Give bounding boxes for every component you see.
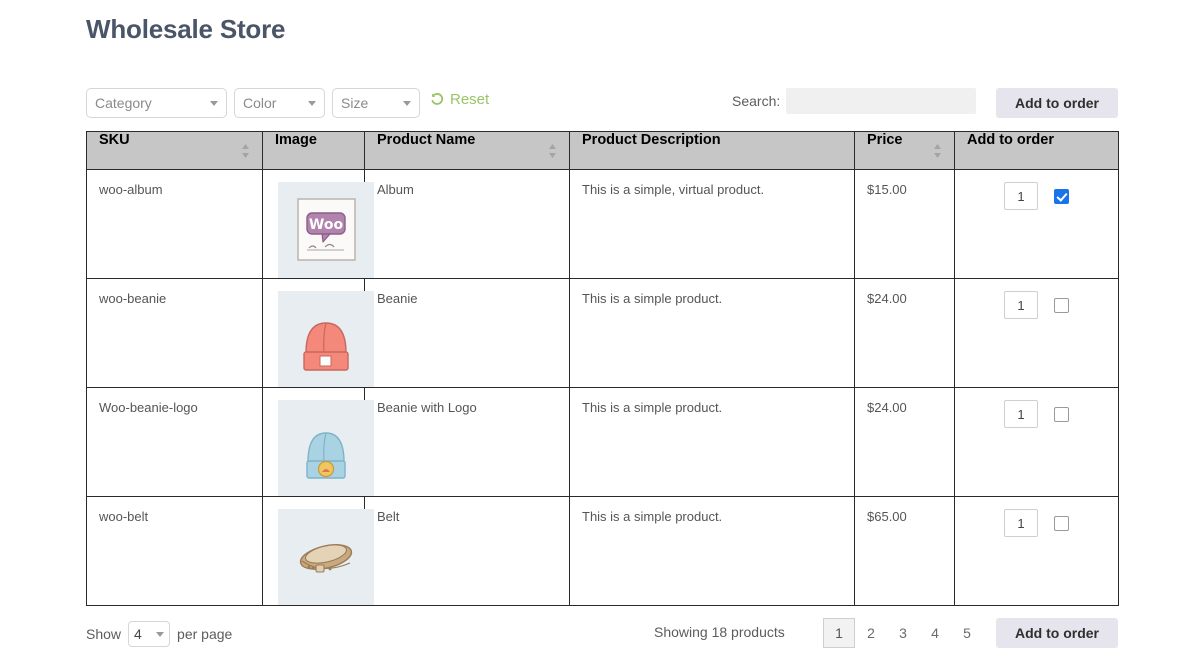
belt-thumbnail-icon [278,509,374,605]
per-page-select[interactable]: 4 [128,621,171,647]
filter-select-category[interactable]: Category [86,88,227,118]
search-area: Search: [732,88,977,114]
pagination-page-3[interactable]: 3 [887,618,919,648]
table-row: woo-belt Belt This is a simple product. … [86,496,1119,606]
per-page-value: 4 [134,626,142,642]
per-page-area: Show 4 per page [86,621,232,647]
quantity-input[interactable] [1004,509,1038,537]
column-header-product-description: Product Description [569,131,855,170]
cell-price: $24.00 [854,387,955,497]
column-header-product-name-label: Product Name [377,132,476,148]
cell-sku[interactable]: woo-beanie [86,278,263,388]
quantity-input[interactable] [1004,291,1038,319]
pagination-page-4[interactable]: 4 [919,618,951,648]
table-row: woo-album Woo Album This is a simple, vi… [86,169,1119,279]
column-header-product-name[interactable]: Product Name [364,131,570,170]
pagination-page-1[interactable]: 1 [823,618,855,648]
filter-select-color-label: Color [243,95,277,111]
column-header-image-label: Image [275,132,317,148]
chevron-down-icon [210,100,218,106]
column-header-add-to-order: Add to order [954,131,1119,170]
filter-select-color[interactable]: Color [234,88,325,118]
wholesale-store-page: Wholesale Store Category Color Size Rese… [0,0,1200,665]
column-header-price[interactable]: Price [854,131,955,170]
column-header-sku[interactable]: SKU [86,131,263,170]
reset-filters-button[interactable]: Reset [430,91,489,108]
table-header: SKU Image Product Name Product Descripti… [86,131,1119,170]
chevron-down-icon [156,631,165,637]
cell-sku[interactable]: woo-belt [86,496,263,606]
search-input[interactable] [786,88,977,114]
filter-select-category-label: Category [95,95,152,111]
cell-image [262,496,374,606]
cell-add-to-order [954,387,1119,497]
column-header-image: Image [262,131,365,170]
cell-product-description: This is a simple, virtual product. [569,169,855,279]
column-header-sku-label: SKU [99,132,130,148]
per-page-label: per page [177,626,233,642]
column-header-add-to-order-label: Add to order [967,132,1054,148]
reset-label: Reset [450,91,490,108]
add-to-order-checkbox[interactable] [1054,188,1069,204]
cell-sku[interactable]: Woo-beanie-logo [86,387,263,497]
cell-sku[interactable]: woo-album [86,169,263,279]
undo-arrow-icon [431,92,444,105]
show-label: Show [86,626,122,642]
cell-image [262,278,374,388]
cell-image [262,387,374,497]
pagination: 1 2 3 4 5 [823,618,983,648]
album-thumbnail-icon: Woo [278,182,374,278]
beanie-thumbnail-icon [278,291,374,387]
pagination-page-2[interactable]: 2 [855,618,887,648]
table-row: woo-beanie Beanie This is a simple produ… [86,278,1119,388]
products-table-container: SKU Image Product Name Product Descripti… [86,131,1119,606]
filter-toolbar: Category Color Size Reset Search: Add to… [86,88,1118,118]
beanie-with-logo-thumbnail-icon [278,400,374,496]
cell-product-description: This is a simple product. [569,387,855,497]
svg-text:Woo: Woo [309,217,344,233]
add-to-order-button-bottom[interactable]: Add to order [996,618,1118,648]
add-to-order-checkbox[interactable] [1054,515,1069,531]
cell-product-description: This is a simple product. [569,278,855,388]
table-header-row: SKU Image Product Name Product Descripti… [86,131,1119,170]
cell-price: $65.00 [854,496,955,606]
table-row: Woo-beanie-logo Beanie with Logo This is… [86,387,1119,497]
cell-product-name[interactable]: Belt [364,496,570,606]
products-table: SKU Image Product Name Product Descripti… [86,131,1119,606]
cell-price: $24.00 [854,278,955,388]
chevron-down-icon [308,100,316,106]
showing-products-text: Showing 18 products [654,624,785,640]
sort-indicator-icon [934,143,941,158]
column-header-product-description-label: Product Description [582,132,721,148]
sort-indicator-icon [242,143,249,158]
cell-image: Woo [262,169,374,279]
chevron-down-icon [403,100,411,106]
cell-product-description: This is a simple product. [569,496,855,606]
filter-select-size[interactable]: Size [332,88,420,118]
cell-add-to-order [954,278,1119,388]
add-to-order-checkbox[interactable] [1054,297,1069,313]
cell-add-to-order [954,496,1119,606]
cell-add-to-order [954,169,1119,279]
cell-product-name[interactable]: Beanie with Logo [364,387,570,497]
search-label: Search: [732,93,781,109]
add-to-order-checkbox[interactable] [1054,406,1069,422]
cell-product-name[interactable]: Beanie [364,278,570,388]
quantity-input[interactable] [1004,400,1038,428]
table-footer: Show 4 per page Showing 18 products 1 2 … [86,618,1118,652]
cell-product-name[interactable]: Album [364,169,570,279]
page-title: Wholesale Store [86,14,286,44]
add-to-order-button-top[interactable]: Add to order [996,88,1118,118]
filter-select-size-label: Size [341,95,369,111]
column-header-price-label: Price [867,132,903,148]
pagination-page-5[interactable]: 5 [951,618,983,648]
cell-price: $15.00 [854,169,955,279]
table-body: woo-album Woo Album This is a simple, vi… [86,169,1119,606]
sort-indicator-icon [549,143,556,158]
quantity-input[interactable] [1004,182,1038,210]
